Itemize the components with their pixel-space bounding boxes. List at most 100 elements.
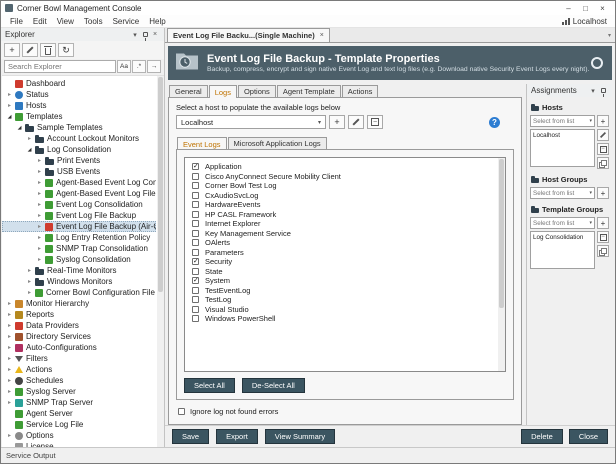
tree-item-actions[interactable]: ▸Actions <box>2 364 156 375</box>
list-item[interactable]: Log Consolidation <box>533 234 592 241</box>
hosts-list[interactable]: Localhost <box>530 129 595 167</box>
tree-item-real-time-monitors[interactable]: ▸Real-Time Monitors <box>2 265 156 276</box>
tree-item-event-log-file-backup[interactable]: ▸Event Log File Backup <box>2 210 156 221</box>
checkbox[interactable] <box>192 173 199 180</box>
add-hosts-button[interactable]: + <box>597 115 609 127</box>
expander-icon[interactable]: ▸ <box>5 300 14 307</box>
checkbox[interactable] <box>192 306 199 313</box>
expander-icon[interactable]: ▸ <box>5 388 14 395</box>
menu-edit[interactable]: Edit <box>28 17 52 26</box>
expander-icon[interactable]: ▸ <box>25 267 34 274</box>
checkbox[interactable] <box>192 296 199 303</box>
expander-icon[interactable]: ▸ <box>35 234 44 241</box>
log-row-corner-bowl-test-log[interactable]: Corner Bowl Test Log <box>192 181 495 191</box>
expander-icon[interactable]: ▸ <box>35 157 44 164</box>
tab-general[interactable]: General <box>169 85 208 97</box>
expander-icon[interactable]: ◢ <box>15 125 24 131</box>
tab-logs[interactable]: Logs <box>209 85 237 98</box>
tree-item-log-consolidation[interactable]: ◢Log Consolidation <box>2 144 156 155</box>
view-summary-button[interactable]: View Summary <box>265 429 335 444</box>
tree-item-agent-based-event-log-consolidation[interactable]: ▸Agent-Based Event Log Consolidation <box>2 177 156 188</box>
checkbox[interactable] <box>192 192 199 199</box>
add-button[interactable]: + <box>4 43 20 57</box>
log-row-windows-powershell[interactable]: Windows PowerShell <box>192 314 495 324</box>
tree-item-agent-server[interactable]: Agent Server <box>2 408 156 419</box>
document-tab[interactable]: Event Log File Backu...(Single Machine) … <box>167 28 330 42</box>
log-row-oalerts[interactable]: OAlerts <box>192 238 495 248</box>
tree-item-license[interactable]: License <box>2 441 156 447</box>
tab-options[interactable]: Options <box>238 85 276 97</box>
tree-item-log-entry-retention-policy[interactable]: ▸Log Entry Retention Policy <box>2 232 156 243</box>
refresh-button[interactable]: ↻ <box>58 43 74 57</box>
close-panel-icon[interactable]: × <box>150 31 160 38</box>
search-input[interactable] <box>4 60 116 73</box>
checkbox[interactable] <box>192 220 199 227</box>
checkbox[interactable] <box>192 249 199 256</box>
tree-item-auto-configurations[interactable]: ▸Auto-Configurations <box>2 342 156 353</box>
menu-view[interactable]: View <box>52 17 79 26</box>
minimize-button[interactable]: – <box>560 2 577 15</box>
log-row-cisco-anyconnect-secure-mobility-client[interactable]: Cisco AnyConnect Secure Mobility Client <box>192 172 495 182</box>
checkbox[interactable]: ✓ <box>192 277 199 284</box>
hosts-combobox[interactable]: Select from list▾ <box>530 115 595 127</box>
template-groups-combobox[interactable]: Select from list▾ <box>530 217 595 229</box>
checkbox[interactable] <box>192 201 199 208</box>
checkbox[interactable] <box>192 211 199 218</box>
expander-icon[interactable]: ▸ <box>5 333 14 340</box>
deselect-all-button[interactable]: De-Select All <box>242 378 305 393</box>
log-row-security[interactable]: ✓Security <box>192 257 495 267</box>
delete-button[interactable] <box>40 43 56 57</box>
expander-icon[interactable]: ▸ <box>5 377 14 384</box>
tree-item-snmp-trap-consolidation[interactable]: ▸SNMP Trap Consolidation <box>2 243 156 254</box>
tree-item-status[interactable]: ▸Status <box>2 89 156 100</box>
expander-icon[interactable]: ▸ <box>35 168 44 175</box>
tree-item-directory-services[interactable]: ▸Directory Services <box>2 331 156 342</box>
tab-microsoft-application-logs[interactable]: Microsoft Application Logs <box>228 137 327 149</box>
tree-item-sample-templates[interactable]: ◢Sample Templates <box>2 122 156 133</box>
ignore-errors-checkbox[interactable] <box>178 408 185 415</box>
checkbox[interactable]: ✓ <box>192 163 199 170</box>
tree-item-schedules[interactable]: ▸Schedules <box>2 375 156 386</box>
expander-icon[interactable]: ◢ <box>25 147 34 153</box>
add-host-groups-button[interactable]: + <box>597 187 609 199</box>
tree-item-agent-based-event-log-file-backup[interactable]: ▸Agent-Based Event Log File Backup <box>2 188 156 199</box>
tree-item-monitor-hierarchy[interactable]: ▸Monitor Hierarchy <box>2 298 156 309</box>
expander-icon[interactable]: ◢ <box>5 114 14 120</box>
expander-icon[interactable]: ▸ <box>35 223 44 230</box>
log-row-hardwareevents[interactable]: HardwareEvents <box>192 200 495 210</box>
tab-agent-template[interactable]: Agent Template <box>277 85 341 97</box>
menu-help[interactable]: Help <box>144 17 170 26</box>
expander-icon[interactable]: ▸ <box>5 91 14 98</box>
log-row-key-management-service[interactable]: Key Management Service <box>192 229 495 239</box>
expander-icon[interactable]: ▸ <box>5 344 14 351</box>
tree-item-options[interactable]: ▸Options <box>2 430 156 441</box>
checkbox[interactable] <box>192 230 199 237</box>
expander-icon[interactable]: ▸ <box>35 190 44 197</box>
expander-icon[interactable]: ▸ <box>25 278 34 285</box>
expander-icon[interactable]: ▸ <box>35 212 44 219</box>
tree-item-syslog-consolidation[interactable]: ▸Syslog Consolidation <box>2 254 156 265</box>
checkbox[interactable] <box>192 239 199 246</box>
log-row-cxaudiosvclog[interactable]: CxAudioSvcLog <box>192 191 495 201</box>
menu-file[interactable]: File <box>5 17 28 26</box>
tree-item-snmp-trap-server[interactable]: ▸SNMP Trap Server <box>2 397 156 408</box>
match-case-button[interactable]: Aa <box>117 60 131 73</box>
host-groups-combobox[interactable]: Select from list▾ <box>530 187 595 199</box>
help-icon[interactable]: ? <box>489 117 500 128</box>
log-row-testlog[interactable]: TestLog <box>192 295 495 305</box>
edit-host-button[interactable] <box>348 115 364 129</box>
log-row-testeventlog[interactable]: TestEventLog <box>192 286 495 296</box>
expander-icon[interactable]: ▸ <box>5 355 14 362</box>
add-host-button[interactable]: + <box>329 115 345 129</box>
log-row-hp-casl-framework[interactable]: HP CASL Framework <box>192 210 495 220</box>
expander-icon[interactable]: ▸ <box>5 311 14 318</box>
checkbox[interactable]: ✓ <box>192 258 199 265</box>
checkbox[interactable] <box>192 287 199 294</box>
log-row-internet-explorer[interactable]: Internet Explorer <box>192 219 495 229</box>
regex-button[interactable]: .* <box>132 60 146 73</box>
expander-icon[interactable]: ▸ <box>5 322 14 329</box>
delete-button[interactable]: Delete <box>521 429 563 444</box>
expander-icon[interactable]: ▸ <box>5 432 14 439</box>
search-go-button[interactable]: → <box>147 60 161 73</box>
close-button[interactable]: Close <box>569 429 608 444</box>
